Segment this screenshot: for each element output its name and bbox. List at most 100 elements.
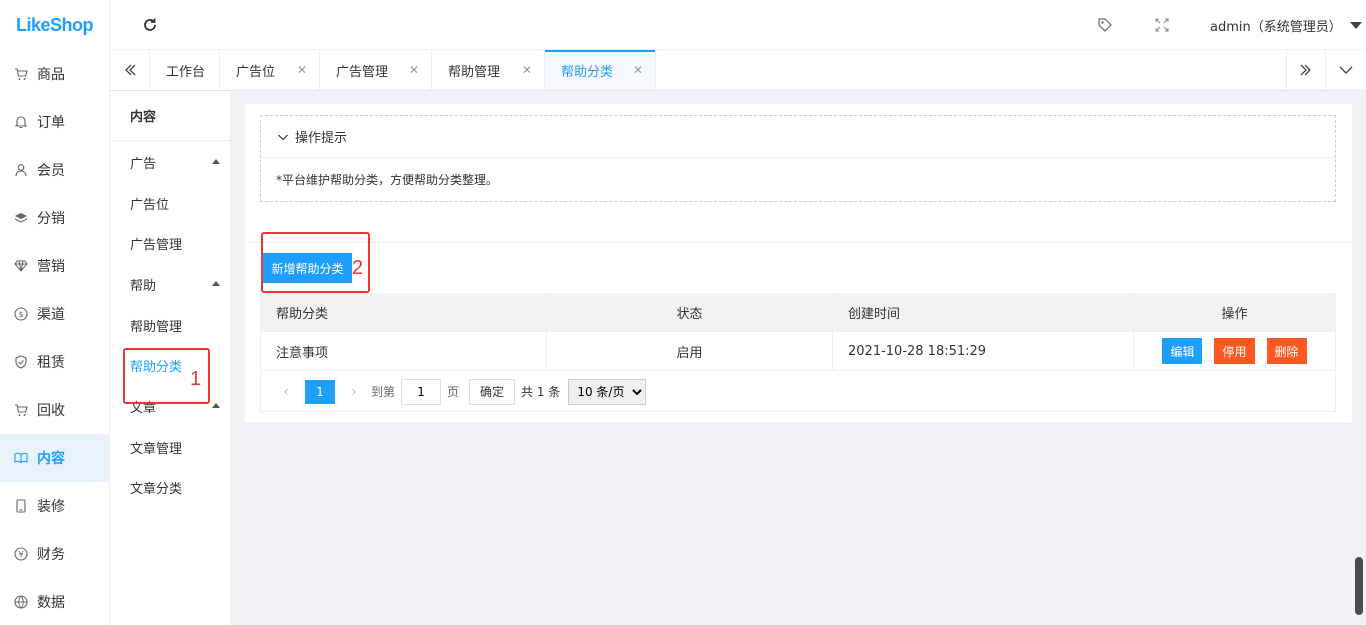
divider bbox=[245, 242, 1352, 243]
subnav-item-ad-position[interactable]: 广告位 bbox=[110, 183, 230, 223]
close-icon[interactable]: ✕ bbox=[522, 63, 532, 77]
svg-text:¥: ¥ bbox=[18, 550, 23, 559]
close-icon[interactable]: ✕ bbox=[633, 63, 643, 77]
close-icon[interactable]: ✕ bbox=[409, 63, 419, 77]
nav-label: 装修 bbox=[37, 499, 65, 515]
nav-label: 回收 bbox=[37, 403, 65, 419]
subnav-title: 内容 bbox=[110, 91, 230, 141]
page-number-current[interactable]: 1 bbox=[305, 379, 335, 404]
nav-label: 数据 bbox=[37, 595, 65, 611]
close-icon[interactable]: ✕ bbox=[297, 63, 307, 77]
tabs-scroll-left-icon[interactable] bbox=[110, 50, 150, 90]
tab-label: 广告管理 bbox=[336, 64, 389, 80]
diamond-icon bbox=[14, 259, 28, 273]
fullscreen-icon[interactable] bbox=[1153, 16, 1171, 34]
tab-ad-management[interactable]: 广告管理 ✕ bbox=[320, 50, 432, 90]
chevron-down-icon bbox=[277, 131, 289, 143]
collapse-triangle-icon bbox=[212, 403, 220, 408]
column-header: 创建时间 bbox=[833, 293, 1134, 331]
shield-icon bbox=[14, 355, 28, 369]
help-category-table: 帮助分类 状态 创建时间 操作 注意事项 启用 2021-10-28 18:51… bbox=[260, 293, 1336, 371]
dollar-icon: $ bbox=[14, 307, 28, 321]
disable-button[interactable]: 停用 bbox=[1214, 338, 1255, 364]
subnav-group-ads[interactable]: 广告 bbox=[110, 141, 230, 183]
page-size-select[interactable]: 10 条/页 bbox=[568, 378, 647, 405]
goto-confirm-button[interactable]: 确定 bbox=[469, 378, 516, 405]
nav-item-lease[interactable]: 租赁 bbox=[0, 338, 109, 386]
nav-label: 租赁 bbox=[37, 355, 65, 371]
tips-title: 操作提示 bbox=[295, 131, 348, 146]
nav-label: 渠道 bbox=[37, 307, 65, 323]
nav-item-decoration[interactable]: 装修 bbox=[0, 482, 109, 530]
tabs-menu-chevron-down-icon[interactable] bbox=[1326, 50, 1366, 90]
bell-icon bbox=[14, 115, 28, 129]
tab-help-management[interactable]: 帮助管理 ✕ bbox=[432, 50, 545, 90]
main-panel: 操作提示 *平台维护帮助分类，方便帮助分类整理。 新增帮助分类 2 帮助分类 状… bbox=[245, 104, 1352, 422]
logo: LikeShop bbox=[15, 14, 94, 35]
layers-icon bbox=[14, 211, 28, 225]
tips-text: *平台维护帮助分类，方便帮助分类整理。 bbox=[276, 173, 499, 187]
cart-icon bbox=[14, 67, 28, 81]
cell-category-name: 注意事项 bbox=[261, 332, 547, 370]
cart-icon bbox=[14, 403, 28, 417]
cell-created-time: 2021-10-28 18:51:29 bbox=[833, 332, 1134, 370]
globe-icon bbox=[14, 595, 28, 609]
nav-item-data[interactable]: 数据 bbox=[0, 578, 109, 625]
subnav-item-help-management[interactable]: 帮助管理 bbox=[110, 305, 230, 345]
nav-item-finance[interactable]: ¥ 财务 bbox=[0, 530, 109, 578]
subnav-item-article-category[interactable]: 文章分类 bbox=[110, 467, 230, 507]
next-page-icon[interactable]: › bbox=[341, 380, 367, 404]
collapse-triangle-icon bbox=[212, 159, 220, 164]
refresh-icon[interactable] bbox=[140, 15, 160, 35]
subnav-item-article-management[interactable]: 文章管理 bbox=[110, 427, 230, 467]
tips-panel: 操作提示 *平台维护帮助分类，方便帮助分类整理。 bbox=[260, 115, 1336, 202]
tab-ad-position[interactable]: 广告位 ✕ bbox=[220, 50, 320, 90]
nav-item-content[interactable]: 内容 bbox=[0, 434, 109, 482]
book-icon bbox=[14, 451, 28, 465]
tab-bar: 工作台 广告位 ✕ 广告管理 ✕ 帮助管理 ✕ 帮助分类 ✕ bbox=[110, 50, 1366, 91]
user-icon bbox=[14, 163, 28, 177]
yen-icon: ¥ bbox=[14, 547, 28, 561]
tab-label: 广告位 bbox=[236, 64, 276, 80]
goto-label: 到第 bbox=[371, 385, 396, 399]
subnav-group-label: 广告 bbox=[130, 156, 157, 172]
tab-label: 帮助管理 bbox=[448, 64, 501, 80]
user-menu[interactable]: admin（系统管理员） bbox=[1210, 16, 1342, 35]
tag-icon[interactable] bbox=[1096, 16, 1114, 34]
cell-status: 启用 bbox=[547, 332, 833, 370]
subnav-group-label: 帮助 bbox=[130, 278, 157, 294]
nav-item-distribution[interactable]: 分销 bbox=[0, 194, 109, 242]
subnav-item-ad-management[interactable]: 广告管理 bbox=[110, 223, 230, 263]
nav-item-goods[interactable]: 商品 bbox=[0, 50, 109, 98]
nav-item-marketing[interactable]: 营销 bbox=[0, 242, 109, 290]
prev-page-icon[interactable]: ‹ bbox=[273, 380, 299, 404]
tab-workbench[interactable]: 工作台 bbox=[150, 50, 220, 90]
nav-item-members[interactable]: 会员 bbox=[0, 146, 109, 194]
nav-label: 内容 bbox=[37, 451, 65, 467]
nav-label: 会员 bbox=[37, 163, 65, 179]
nav-label: 订单 bbox=[37, 115, 65, 131]
annotation-number-2: 2 bbox=[352, 257, 364, 279]
nav-item-orders[interactable]: 订单 bbox=[0, 98, 109, 146]
total-count: 共 1 条 bbox=[521, 385, 561, 399]
subnav-group-help[interactable]: 帮助 bbox=[110, 263, 230, 305]
left-nav: LikeShop 商品 订单 会员 分销 营销 $ 渠道 租赁 回收 内容 装修… bbox=[0, 0, 110, 625]
delete-button[interactable]: 删除 bbox=[1266, 338, 1307, 364]
tips-header[interactable]: 操作提示 bbox=[261, 116, 1335, 158]
nav-label: 营销 bbox=[37, 259, 65, 275]
collapse-triangle-icon bbox=[212, 281, 220, 286]
tab-help-category[interactable]: 帮助分类 ✕ bbox=[545, 50, 656, 90]
top-header: admin（系统管理员） bbox=[110, 0, 1366, 50]
nav-label: 商品 bbox=[37, 67, 65, 83]
tabs-scroll-right-icon[interactable] bbox=[1286, 50, 1326, 90]
scrollbar[interactable] bbox=[1355, 557, 1363, 615]
annotation-number-1: 1 bbox=[190, 368, 202, 390]
column-header: 状态 bbox=[547, 293, 833, 331]
nav-label: 财务 bbox=[37, 547, 65, 563]
cell-actions: 编辑 停用 删除 bbox=[1134, 332, 1335, 370]
goto-page-input[interactable] bbox=[401, 378, 442, 405]
user-dropdown-caret-icon[interactable] bbox=[1350, 22, 1362, 29]
nav-item-channels[interactable]: $ 渠道 bbox=[0, 290, 109, 338]
nav-item-recycle[interactable]: 回收 bbox=[0, 386, 109, 434]
edit-button[interactable]: 编辑 bbox=[1162, 338, 1203, 364]
